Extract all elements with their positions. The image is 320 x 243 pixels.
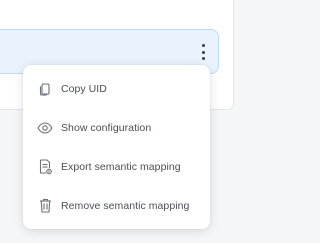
menu-item-export-semantic-mapping[interactable]: Export semantic mapping <box>23 147 210 186</box>
trash-icon <box>37 198 53 214</box>
kebab-dot-icon <box>201 50 205 54</box>
more-options-button[interactable] <box>196 41 210 63</box>
kebab-dot-icon <box>201 44 205 47</box>
menu-item-label: Copy UID <box>61 82 107 95</box>
menu-item-label: Remove semantic mapping <box>61 199 190 212</box>
copy-icon <box>37 81 53 97</box>
export-document-icon <box>37 158 53 175</box>
menu-item-remove-semantic-mapping[interactable]: Remove semantic mapping <box>23 186 210 225</box>
context-menu: Copy UID Show configuration Export seman… <box>23 65 210 229</box>
menu-item-show-configuration[interactable]: Show configuration <box>23 108 210 147</box>
menu-item-copy-uid[interactable]: Copy UID <box>23 69 210 108</box>
kebab-dot-icon <box>201 57 205 60</box>
screen: Copy UID Show configuration Export seman… <box>0 0 250 243</box>
menu-item-label: Export semantic mapping <box>61 160 181 173</box>
eye-icon <box>37 120 53 136</box>
menu-item-label: Show configuration <box>61 121 152 134</box>
